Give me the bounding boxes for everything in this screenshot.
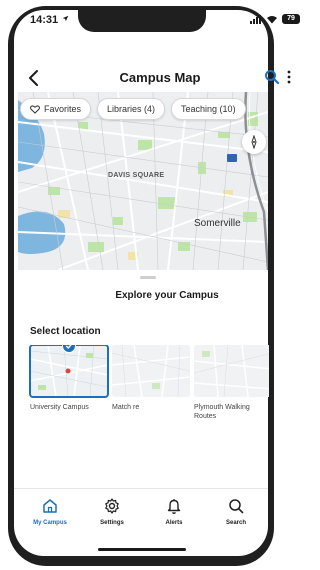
tab-label: Search bbox=[225, 520, 246, 526]
location-card-label: Match re bbox=[112, 404, 140, 411]
location-card-university-campus[interactable]: University Campus bbox=[29, 345, 109, 412]
sheet-drag-handle[interactable] bbox=[140, 276, 156, 279]
location-arrow-icon bbox=[62, 15, 69, 22]
location-card-plymouth-walking-routes[interactable]: Plymouth Walking Routes bbox=[194, 345, 269, 421]
sheet-title: Explore your Campus bbox=[115, 290, 219, 301]
more-options-button[interactable] bbox=[285, 69, 293, 85]
location-thumbnail bbox=[112, 345, 190, 397]
signal-icon bbox=[250, 14, 261, 24]
location-card-label: University Campus bbox=[30, 404, 89, 411]
search-button[interactable] bbox=[264, 69, 280, 85]
bottom-tab-bar: My Campus Settings Alerts Search bbox=[14, 488, 268, 544]
campus-map[interactable]: DAVIS SQUARE Somerville Favorites Librar… bbox=[18, 92, 268, 270]
tab-alerts[interactable]: Alerts bbox=[144, 497, 204, 526]
chip-label: Favorites bbox=[44, 104, 82, 114]
location-cards: University Campus Match re Plymouth Walk… bbox=[29, 345, 269, 435]
tab-my-campus[interactable]: My Campus bbox=[20, 497, 80, 526]
home-indicator bbox=[98, 548, 186, 551]
chip-label: Teaching (10) bbox=[181, 104, 236, 114]
compass-button[interactable] bbox=[242, 130, 266, 154]
select-location-heading: Select location bbox=[30, 326, 101, 337]
tab-label: Alerts bbox=[165, 520, 183, 526]
battery-icon: 79 bbox=[282, 14, 300, 24]
chip-teaching[interactable]: Teaching (10) bbox=[171, 98, 246, 120]
filter-chips: Favorites Libraries (4) Teaching (10) bbox=[18, 98, 246, 120]
gear-icon bbox=[105, 498, 119, 514]
chip-favorites[interactable]: Favorites bbox=[20, 98, 92, 120]
search-icon bbox=[229, 499, 244, 514]
tab-label: Settings bbox=[100, 520, 124, 526]
location-card-label: Plymouth Walking Routes bbox=[194, 404, 250, 420]
wifi-icon bbox=[267, 15, 277, 23]
tab-search[interactable]: Search bbox=[206, 497, 266, 526]
status-icons: 79 bbox=[250, 14, 300, 24]
status-time: 14:31 bbox=[30, 14, 59, 26]
app-header: Campus Map bbox=[0, 62, 320, 92]
map-label-somerville: Somerville bbox=[194, 218, 241, 229]
location-card-match-re[interactable]: Match re bbox=[112, 345, 190, 412]
chip-libraries[interactable]: Libraries (4) bbox=[97, 98, 166, 120]
tab-settings[interactable]: Settings bbox=[82, 497, 142, 526]
compass-icon bbox=[251, 135, 257, 149]
tab-label: My Campus bbox=[33, 520, 67, 526]
heart-outline-icon bbox=[30, 104, 40, 114]
home-icon bbox=[43, 499, 57, 513]
map-label-davis-square: DAVIS SQUARE bbox=[108, 172, 165, 179]
notch bbox=[78, 10, 206, 32]
chip-label: Libraries (4) bbox=[107, 104, 156, 114]
location-thumbnail bbox=[194, 345, 269, 397]
bell-icon bbox=[167, 499, 181, 514]
